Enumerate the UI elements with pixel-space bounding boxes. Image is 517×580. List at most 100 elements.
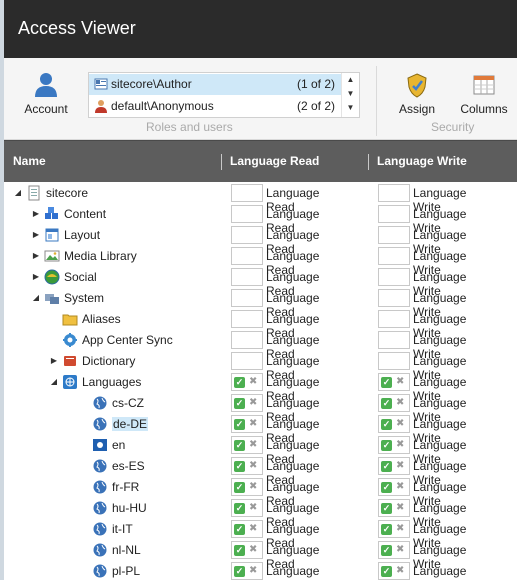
tree-row-en[interactable]: en ✓ ✖ Language Read ✓ ✖ Language Write [4, 435, 517, 466]
permission-toggle[interactable] [378, 310, 410, 328]
tree-item-label[interactable]: Dictionary [82, 354, 135, 368]
permission-toggle[interactable]: ✓ ✖ [378, 541, 410, 559]
permission-toggle[interactable] [231, 247, 263, 265]
deny-x-icon: ✖ [396, 523, 405, 534]
tree-item-label[interactable]: sitecore [46, 186, 88, 200]
permission-toggle[interactable]: ✓ ✖ [231, 478, 263, 496]
tree-item-label[interactable]: cs-CZ [112, 396, 144, 410]
tree-item-label[interactable]: nl-NL [112, 543, 141, 557]
tree-item-label[interactable]: Content [64, 207, 106, 221]
collapsed-arrow-icon[interactable]: ▶ [31, 209, 41, 219]
permission-toggle[interactable] [378, 268, 410, 286]
tree-item-label[interactable]: it-IT [112, 522, 133, 536]
tree-row-sitecore[interactable]: ◢ sitecore Language Read Language Write [4, 183, 517, 214]
scroll-more-icon[interactable]: ▼ [342, 101, 359, 115]
tree-row-it-it[interactable]: it-IT ✓ ✖ Language Read ✓ ✖ Language Write [4, 519, 517, 550]
expanded-arrow-icon[interactable]: ◢ [13, 188, 23, 198]
tree-row-layout[interactable]: ▶ Layout Language Read Language Write [4, 225, 517, 256]
tree-item-label[interactable]: Social [64, 270, 97, 284]
column-header-language-read[interactable]: Language Read [230, 154, 319, 168]
tree-row-fr-fr[interactable]: fr-FR ✓ ✖ Language Read ✓ ✖ Language Write [4, 477, 517, 508]
permission-toggle[interactable]: ✓ ✖ [231, 499, 263, 517]
allow-check-icon: ✓ [234, 419, 245, 430]
tree-row-system[interactable]: ◢ System Language Read Language Write [4, 288, 517, 319]
permission-toggle[interactable]: ✓ ✖ [378, 457, 410, 475]
tree-item-label[interactable]: en [112, 438, 125, 452]
permission-toggle[interactable]: ✓ ✖ [231, 415, 263, 433]
collapsed-arrow-icon[interactable]: ▶ [31, 272, 41, 282]
assign-button[interactable]: Assign [393, 72, 441, 116]
permission-toggle[interactable] [231, 331, 263, 349]
permission-toggle[interactable] [231, 226, 263, 244]
tree-row-languages[interactable]: ◢ Languages ✓ ✖ Language Read ✓ ✖ Language Writ… [4, 372, 517, 403]
permission-toggle[interactable]: ✓ ✖ [378, 520, 410, 538]
tree-row-hu-hu[interactable]: hu-HU ✓ ✖ Language Read ✓ ✖ Language Write [4, 498, 517, 529]
permission-toggle[interactable]: ✓ ✖ [231, 562, 263, 580]
role-item-author[interactable]: sitecore\Author (1 of 2) [89, 74, 341, 95]
scroll-down-icon[interactable]: ▼ [342, 87, 359, 101]
tree-row-es-es[interactable]: es-ES ✓ ✖ Language Read ✓ ✖ Language Write [4, 456, 517, 487]
permission-toggle[interactable]: ✓ ✖ [231, 436, 263, 454]
permission-toggle[interactable] [378, 226, 410, 244]
collapsed-arrow-icon[interactable]: ▶ [31, 251, 41, 261]
tree-row-cs-cz[interactable]: cs-CZ ✓ ✖ Language Read ✓ ✖ Language Write [4, 393, 517, 424]
permission-toggle[interactable] [378, 289, 410, 307]
account-button[interactable]: Account [18, 72, 74, 116]
tree-row-nl-nl[interactable]: nl-NL ✓ ✖ Language Read ✓ ✖ Language Write [4, 540, 517, 571]
permission-toggle[interactable]: ✓ ✖ [231, 394, 263, 412]
permission-toggle[interactable] [231, 268, 263, 286]
permission-toggle[interactable] [231, 184, 263, 202]
permission-toggle[interactable]: ✓ ✖ [378, 499, 410, 517]
tree-row-dictionary[interactable]: ▶ Dictionary Language Read Language Write [4, 351, 517, 382]
permission-toggle[interactable] [378, 331, 410, 349]
permission-toggle[interactable]: ✓ ✖ [231, 541, 263, 559]
tree-item-label[interactable]: Aliases [82, 312, 121, 326]
tree-row-aliases[interactable]: Aliases Language Read Language Write [4, 309, 517, 340]
tree-item-label[interactable]: Media Library [64, 249, 137, 263]
permission-toggle[interactable]: ✓ ✖ [378, 562, 410, 580]
column-header-name[interactable]: Name [13, 154, 46, 168]
roles-list[interactable]: sitecore\Author (1 of 2) default\Anonymo… [88, 72, 360, 118]
tree-item-label[interactable]: pl-PL [112, 564, 140, 578]
permission-toggle[interactable]: ✓ ✖ [378, 373, 410, 391]
role-item-anonymous[interactable]: default\Anonymous (2 of 2) [89, 96, 341, 117]
permission-toggle[interactable] [378, 184, 410, 202]
permission-toggle[interactable] [231, 310, 263, 328]
permission-toggle[interactable] [378, 352, 410, 370]
permission-toggle[interactable]: ✓ ✖ [378, 415, 410, 433]
collapsed-arrow-icon[interactable]: ▶ [31, 230, 41, 240]
tree-row-media-library[interactable]: ▶ Media Library Language Read Language Writ… [4, 246, 517, 277]
tree-row-de-de[interactable]: de-DE ✓ ✖ Language Read ✓ ✖ Language Write [4, 414, 517, 445]
permission-toggle[interactable]: ✓ ✖ [231, 457, 263, 475]
permission-toggle[interactable]: ✓ ✖ [231, 520, 263, 538]
tree-item-label[interactable]: System [64, 291, 104, 305]
permission-toggle[interactable] [378, 247, 410, 265]
tree-item-label[interactable]: de-DE [112, 417, 149, 431]
permission-toggle[interactable] [378, 205, 410, 223]
scroll-up-icon[interactable]: ▲ [342, 73, 359, 87]
permission-toggle[interactable]: ✓ ✖ [378, 478, 410, 496]
tree-item-label[interactable]: App Center Sync [82, 333, 173, 347]
collapsed-arrow-icon[interactable]: ▶ [49, 356, 59, 366]
permission-toggle[interactable]: ✓ ✖ [378, 394, 410, 412]
permission-toggle[interactable]: ✓ ✖ [231, 373, 263, 391]
tree-row-app-center-sync[interactable]: App Center Sync Language Read Language Wri… [4, 330, 517, 361]
roles-scrollbar[interactable]: ▲ ▼ ▼ [341, 73, 359, 117]
permission-toggle[interactable] [231, 205, 263, 223]
permission-toggle[interactable] [231, 352, 263, 370]
columns-button[interactable]: Columns [456, 72, 512, 116]
tree-row-content[interactable]: ▶ Content Language Read Language Write [4, 204, 517, 235]
tree-row-pl-pl[interactable]: pl-PL✓✖Language Read✓✖Language Write [4, 561, 517, 580]
tree-item-label[interactable]: Layout [64, 228, 100, 242]
expanded-arrow-icon[interactable]: ◢ [49, 377, 59, 387]
tree-item-label[interactable]: hu-HU [112, 501, 147, 515]
tree-item-label[interactable]: Languages [82, 375, 141, 389]
permission-toggle[interactable] [231, 289, 263, 307]
expanded-arrow-icon[interactable]: ◢ [31, 293, 41, 303]
tree-item-label[interactable]: fr-FR [112, 480, 139, 494]
tree-item-label[interactable]: es-ES [112, 459, 145, 473]
tree-row-social[interactable]: ▶ Social Language Read Language Write [4, 267, 517, 298]
flag-icon [93, 439, 107, 451]
column-header-language-write[interactable]: Language Write [377, 154, 467, 168]
permission-toggle[interactable]: ✓ ✖ [378, 436, 410, 454]
